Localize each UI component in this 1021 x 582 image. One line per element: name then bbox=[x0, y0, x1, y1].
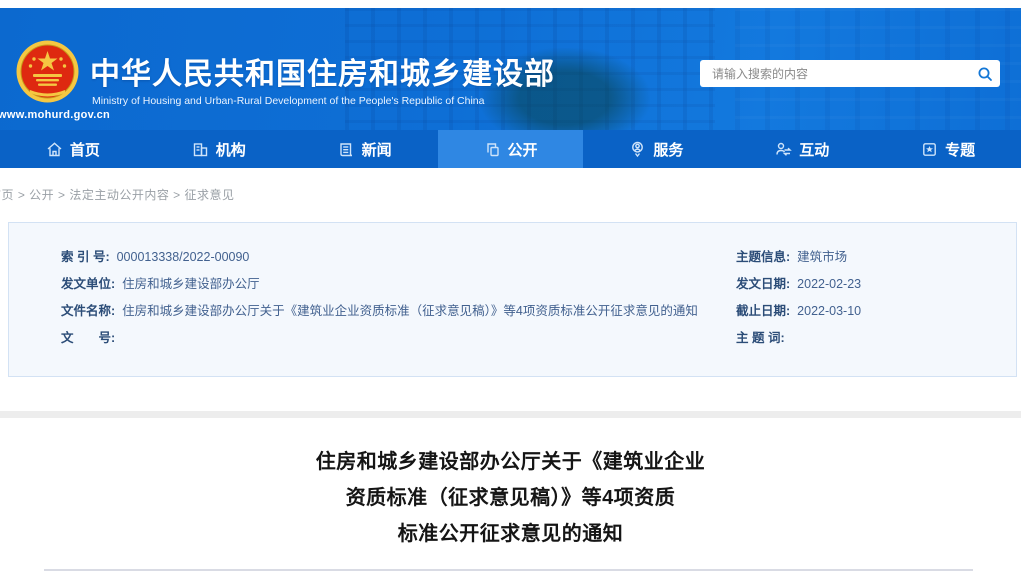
info-row-deadline-date: 截止日期: 2022-03-10 bbox=[736, 298, 1016, 325]
mohurd-gov-page: www.mohurd.gov.cn 中华人民共和国住房和城乡建设部 Minist… bbox=[0, 0, 1021, 582]
nav-label: 机构 bbox=[216, 139, 246, 160]
article-title-line3: 标准公开征求意见的通知 bbox=[0, 516, 1021, 552]
info-label: 发文单位: bbox=[61, 277, 115, 291]
info-row-document-name: 文件名称: 住房和城乡建设部办公厅关于《建筑业企业资质标准（征求意见稿）》等4项资… bbox=[61, 298, 709, 325]
info-value: 2022-03-10 bbox=[797, 304, 861, 318]
main-nav: 首页 机构 新闻 公开 bbox=[0, 130, 1021, 168]
article-title-divider bbox=[44, 569, 973, 571]
info-label: 文 号: bbox=[61, 331, 115, 345]
nav-item-interaction[interactable]: 互动 bbox=[729, 130, 875, 168]
organization-icon bbox=[192, 141, 209, 158]
info-label: 发文日期: bbox=[736, 277, 790, 291]
info-value: 2022-02-23 bbox=[797, 277, 861, 291]
nav-item-topics[interactable]: 专题 bbox=[875, 130, 1021, 168]
nav-item-news[interactable]: 新闻 bbox=[292, 130, 438, 168]
document-info-panel: 索 引 号: 000013338/2022-00090 发文单位: 住房和城乡建设部… bbox=[8, 222, 1017, 377]
info-row-issuing-unit: 发文单位: 住房和城乡建设部办公厅 bbox=[61, 271, 709, 298]
info-label: 截止日期: bbox=[736, 304, 790, 318]
info-row-document-number: 文 号: bbox=[61, 325, 709, 352]
news-icon bbox=[338, 141, 355, 158]
info-row-issue-date: 发文日期: 2022-02-23 bbox=[736, 271, 1016, 298]
site-header: www.mohurd.gov.cn 中华人民共和国住房和城乡建设部 Minist… bbox=[0, 8, 1021, 130]
site-url: www.mohurd.gov.cn bbox=[0, 109, 110, 121]
nav-item-services[interactable]: 服务 bbox=[583, 130, 729, 168]
disclosure-icon bbox=[484, 141, 501, 158]
topic-icon bbox=[921, 141, 938, 158]
section-divider-band bbox=[0, 411, 1021, 418]
info-label: 主 题 词: bbox=[736, 331, 785, 345]
interaction-icon bbox=[775, 141, 792, 158]
nav-item-home[interactable]: 首页 bbox=[0, 130, 146, 168]
article-title-line1: 住房和城乡建设部办公厅关于《建筑业企业 bbox=[0, 444, 1021, 480]
site-search bbox=[700, 60, 1000, 87]
info-label: 文件名称: bbox=[61, 304, 115, 318]
site-subtitle-english: Ministry of Housing and Urban-Rural Deve… bbox=[92, 95, 484, 107]
search-button[interactable] bbox=[970, 60, 1000, 87]
nav-item-organization[interactable]: 机构 bbox=[146, 130, 292, 168]
search-icon bbox=[977, 66, 993, 82]
national-emblem-logo bbox=[16, 40, 79, 103]
article-title-line2: 资质标准（征求意见稿）》等4项资质 bbox=[0, 480, 1021, 516]
nav-label: 专题 bbox=[945, 139, 975, 160]
info-row-index-number: 索 引 号: 000013338/2022-00090 bbox=[61, 244, 709, 271]
article-title: 住房和城乡建设部办公厅关于《建筑业企业 资质标准（征求意见稿）》等4项资质 标准… bbox=[0, 444, 1021, 552]
info-column-left: 索 引 号: 000013338/2022-00090 发文单位: 住房和城乡建设部… bbox=[61, 244, 709, 376]
info-label: 主题信息: bbox=[736, 250, 790, 264]
nav-label: 新闻 bbox=[362, 139, 392, 160]
nav-label: 首页 bbox=[70, 139, 100, 160]
info-value: 住房和城乡建设部办公厅 bbox=[122, 277, 260, 291]
info-row-keywords: 主 题 词: bbox=[736, 325, 1016, 352]
nav-item-disclosure[interactable]: 公开 bbox=[438, 130, 584, 168]
info-row-subject-info: 主题信息: 建筑市场 bbox=[736, 244, 1016, 271]
nav-label: 服务 bbox=[653, 139, 683, 160]
nav-label: 公开 bbox=[508, 139, 538, 160]
info-value: 住房和城乡建设部办公厅关于《建筑业企业资质标准（征求意见稿）》等4项资质标准公开… bbox=[122, 304, 698, 318]
info-value: 000013338/2022-00090 bbox=[117, 250, 250, 264]
home-icon bbox=[46, 141, 63, 158]
service-icon bbox=[629, 141, 646, 158]
info-label: 索 引 号: bbox=[61, 250, 110, 264]
info-value: 建筑市场 bbox=[797, 250, 847, 264]
site-title: 中华人民共和国住房和城乡建设部 bbox=[90, 49, 555, 93]
nav-label: 互动 bbox=[799, 139, 829, 160]
info-column-right: 主题信息: 建筑市场 发文日期: 2022-02-23 截止日期: 2022-03-1… bbox=[709, 244, 1016, 376]
search-input[interactable] bbox=[700, 67, 970, 81]
breadcrumb[interactable]: 首页 > 公开 > 法定主动公开内容 > 征求意见 bbox=[0, 186, 235, 203]
